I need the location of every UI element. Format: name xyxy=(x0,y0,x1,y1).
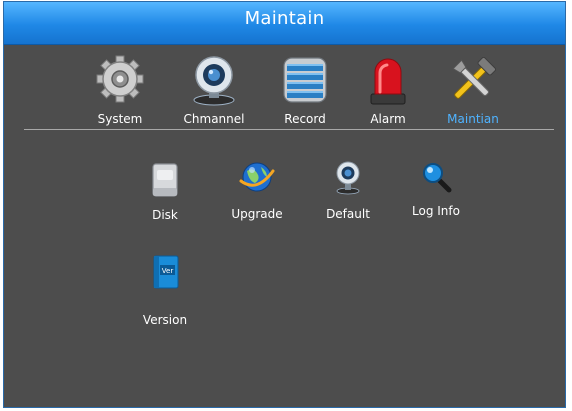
menu-system-label: System xyxy=(97,112,143,126)
disk-icon xyxy=(152,163,178,197)
submenu-version[interactable]: Ver Version xyxy=(125,254,205,327)
submenu-log-info[interactable]: Log Info xyxy=(396,159,476,229)
submenu-upgrade[interactable]: Upgrade xyxy=(217,159,297,229)
tools-icon xyxy=(452,56,497,99)
submenu-default[interactable]: Default xyxy=(308,159,388,229)
submenu-log-info-label: Log Info xyxy=(412,204,460,218)
magnifier-icon xyxy=(423,163,452,193)
version-badge-text: Ver xyxy=(162,267,174,275)
title-bar: Maintain xyxy=(4,2,565,45)
maintain-window: Maintain System Chmannel Record Alarm Ma… xyxy=(3,1,566,408)
siren-icon xyxy=(370,58,406,105)
globe-icon xyxy=(239,162,275,192)
submenu-upgrade-label: Upgrade xyxy=(231,207,283,221)
menu-system[interactable]: System xyxy=(75,54,165,132)
menu-alarm[interactable]: Alarm xyxy=(343,54,433,132)
version-book-icon: Ver xyxy=(153,255,179,289)
submenu-default-label: Default xyxy=(326,207,370,221)
menu-maintain-label: Maintian xyxy=(447,112,499,126)
webcam-icon xyxy=(336,161,360,195)
window-title: Maintain xyxy=(244,8,325,29)
camera-icon xyxy=(193,56,235,106)
submenu-disk[interactable]: Disk xyxy=(125,162,205,232)
menu-record[interactable]: Record xyxy=(260,54,350,132)
menu-alarm-label: Alarm xyxy=(370,112,406,126)
gear-icon xyxy=(96,55,144,103)
menu-channel-label: Chmannel xyxy=(183,112,245,126)
menu-divider xyxy=(24,129,554,130)
menu-maintain[interactable]: Maintian xyxy=(428,54,518,132)
menu-channel[interactable]: Chmannel xyxy=(169,54,259,132)
hard-drive-icon xyxy=(283,57,327,103)
submenu-version-label: Version xyxy=(142,313,188,327)
menu-record-label: Record xyxy=(284,112,326,126)
submenu-disk-label: Disk xyxy=(152,208,178,222)
